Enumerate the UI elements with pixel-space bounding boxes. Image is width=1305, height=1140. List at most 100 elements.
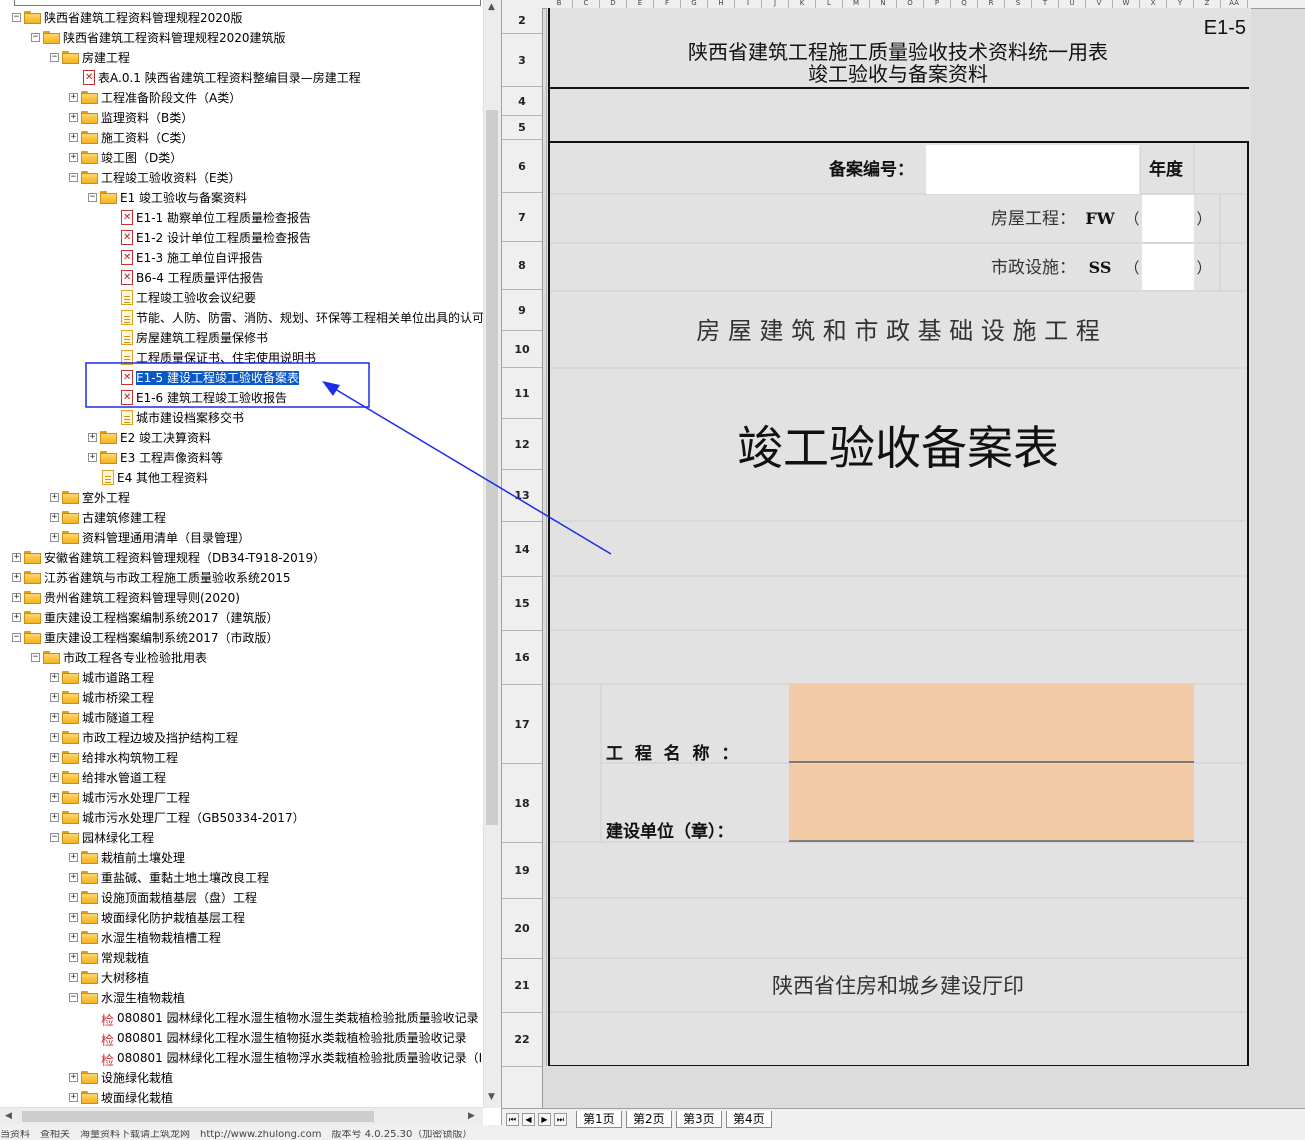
year-input[interactable]	[1142, 195, 1194, 242]
tree-item[interactable]: + 坡面绿化防护栽植基层工程	[0, 908, 481, 928]
collapse-icon[interactable]: −	[31, 33, 40, 42]
tree-item[interactable]: + 城市桥梁工程	[0, 688, 481, 708]
expand-icon[interactable]: +	[69, 853, 78, 862]
tree-item[interactable]: 表A.0.1 陕西省建筑工程资料整编目录—房建工程	[0, 68, 481, 88]
column-header[interactable]: G	[681, 0, 708, 8]
scroll-down-icon[interactable]: ▼	[488, 1092, 495, 1102]
sheet-tab[interactable]: 第2页	[626, 1111, 672, 1128]
column-header[interactable]: Q	[951, 0, 978, 8]
tree-item[interactable]: − 市政工程各专业检验批用表	[0, 648, 481, 668]
row-header[interactable]: 20	[502, 899, 542, 959]
builder-unit-input[interactable]	[789, 764, 1194, 840]
project-name-input[interactable]	[789, 684, 1194, 762]
tree-item[interactable]: 检 080801 园林绿化工程水湿生植物水湿生类栽植检验批质量验收记录	[0, 1008, 481, 1029]
collapse-icon[interactable]: −	[50, 833, 59, 842]
scroll-left-icon[interactable]: ◀	[5, 1111, 12, 1121]
expand-icon[interactable]: +	[69, 113, 78, 122]
row-header[interactable]: 5	[502, 116, 542, 140]
tree-item[interactable]: E1-3 施工单位自评报告	[0, 248, 481, 268]
expand-icon[interactable]: +	[69, 153, 78, 162]
tree-item[interactable]: + E2 竣工决算资料	[0, 428, 481, 448]
expand-icon[interactable]: +	[50, 793, 59, 802]
sheet-tab[interactable]: 第3页	[676, 1111, 722, 1128]
tree-item[interactable]: + 城市隧道工程	[0, 708, 481, 728]
tree-vertical-scroll-thumb[interactable]	[486, 110, 498, 825]
column-header[interactable]: K	[789, 0, 816, 8]
tree-item[interactable]: + 城市道路工程	[0, 668, 481, 688]
expand-icon[interactable]: +	[50, 533, 59, 542]
row-header[interactable]: 3	[502, 34, 542, 87]
collapse-icon[interactable]: −	[88, 193, 97, 202]
row-header[interactable]: 21	[502, 959, 542, 1013]
column-header[interactable]: C	[573, 0, 600, 8]
tree-item[interactable]: + 给排水构筑物工程	[0, 748, 481, 768]
tree-item[interactable]: + 给排水管道工程	[0, 768, 481, 788]
column-header[interactable]: J	[762, 0, 789, 8]
row-header[interactable]: 13	[502, 470, 542, 522]
tree-item[interactable]: 检 080801 园林绿化工程水湿生植物挺水类栽植检验批质量验收记录	[0, 1028, 481, 1049]
expand-icon[interactable]: +	[69, 93, 78, 102]
column-header[interactable]: M	[843, 0, 870, 8]
record-number-input[interactable]	[926, 145, 1140, 194]
tree-item[interactable]: + 坡面绿化栽植	[0, 1088, 481, 1108]
tree-item[interactable]: − 陕西省建筑工程资料管理规程2020版	[0, 8, 481, 28]
spreadsheet-view[interactable]: B C D E F G H I J K L M N O P Q R S T U V W X Y Z AA 2 3 4 5 6 7 8 9 10 11…	[502, 0, 1305, 1108]
tree-item[interactable]: 房屋建筑工程质量保修书	[0, 328, 481, 348]
collapse-icon[interactable]: −	[50, 53, 59, 62]
tree-item[interactable]: E1-5 建设工程竣工验收备案表	[0, 368, 481, 388]
tree-item[interactable]: + 江苏省建筑与市政工程施工质量验收系统2015	[0, 568, 481, 588]
column-header[interactable]: N	[870, 0, 897, 8]
tree-item[interactable]: + 设施绿化栽植	[0, 1068, 481, 1088]
tree-item[interactable]: + E3 工程声像资料等	[0, 448, 481, 468]
tree-search-box[interactable]	[14, 0, 481, 6]
tree-item[interactable]: + 施工资料（C类）	[0, 128, 481, 148]
expand-icon[interactable]: +	[88, 433, 97, 442]
expand-icon[interactable]: +	[12, 613, 21, 622]
tree-item[interactable]: − 工程竣工验收资料（E类）	[0, 168, 481, 188]
row-header[interactable]: 4	[502, 87, 542, 116]
row-header[interactable]: 7	[502, 193, 542, 242]
tree-item[interactable]: + 栽植前土壤处理	[0, 848, 481, 868]
tree-item[interactable]: E1-1 勘察单位工程质量检查报告	[0, 208, 481, 228]
collapse-icon[interactable]: −	[12, 633, 21, 642]
expand-icon[interactable]: +	[69, 133, 78, 142]
column-header[interactable]: R	[978, 0, 1005, 8]
column-header[interactable]: E	[627, 0, 654, 8]
sheet-tab[interactable]: 第1页	[576, 1111, 622, 1128]
tree-item[interactable]: + 城市污水处理厂工程	[0, 788, 481, 808]
tree-horizontal-scrollbar[interactable]: ◀ ▶	[0, 1107, 483, 1125]
expand-icon[interactable]: +	[69, 953, 78, 962]
tree-item[interactable]: 节能、人防、防雷、消防、规划、环保等工程相关单位出具的认可	[0, 308, 484, 328]
tree-item[interactable]: + 水湿生植物栽植槽工程	[0, 928, 481, 948]
tree-item[interactable]: B6-4 工程质量评估报告	[0, 268, 481, 288]
expand-icon[interactable]: +	[12, 573, 21, 582]
tree-item[interactable]: + 安徽省建筑工程资料管理规程（DB34-T918-2019）	[0, 548, 481, 568]
prev-page-icon[interactable]: ◀	[522, 1113, 535, 1126]
column-header[interactable]: U	[1059, 0, 1086, 8]
collapse-icon[interactable]: −	[12, 13, 21, 22]
scroll-up-icon[interactable]: ▲	[488, 2, 495, 12]
collapse-icon[interactable]: −	[69, 993, 78, 1002]
tree-item[interactable]: + 重盐碱、重黏土地土壤改良工程	[0, 868, 481, 888]
column-header[interactable]: S	[1005, 0, 1032, 8]
row-header[interactable]: 11	[502, 368, 542, 419]
row-header[interactable]: 15	[502, 577, 542, 631]
tree-item[interactable]: + 室外工程	[0, 488, 481, 508]
row-header[interactable]: 8	[502, 242, 542, 290]
column-header[interactable]: P	[924, 0, 951, 8]
expand-icon[interactable]: +	[50, 773, 59, 782]
column-header[interactable]: O	[897, 0, 924, 8]
column-header[interactable]: F	[654, 0, 681, 8]
tree-item[interactable]: E1-2 设计单位工程质量检查报告	[0, 228, 481, 248]
row-header[interactable]: 22	[502, 1013, 542, 1067]
expand-icon[interactable]: +	[50, 513, 59, 522]
expand-icon[interactable]: +	[12, 593, 21, 602]
tree-item[interactable]: + 大树移植	[0, 968, 481, 988]
expand-icon[interactable]: +	[50, 673, 59, 682]
tree-item[interactable]: + 竣工图（D类）	[0, 148, 481, 168]
expand-icon[interactable]: +	[69, 913, 78, 922]
column-header[interactable]: X	[1140, 0, 1167, 8]
row-header[interactable]: 16	[502, 631, 542, 685]
row-header[interactable]: 2	[502, 8, 542, 34]
tree-item[interactable]: + 古建筑修建工程	[0, 508, 481, 528]
